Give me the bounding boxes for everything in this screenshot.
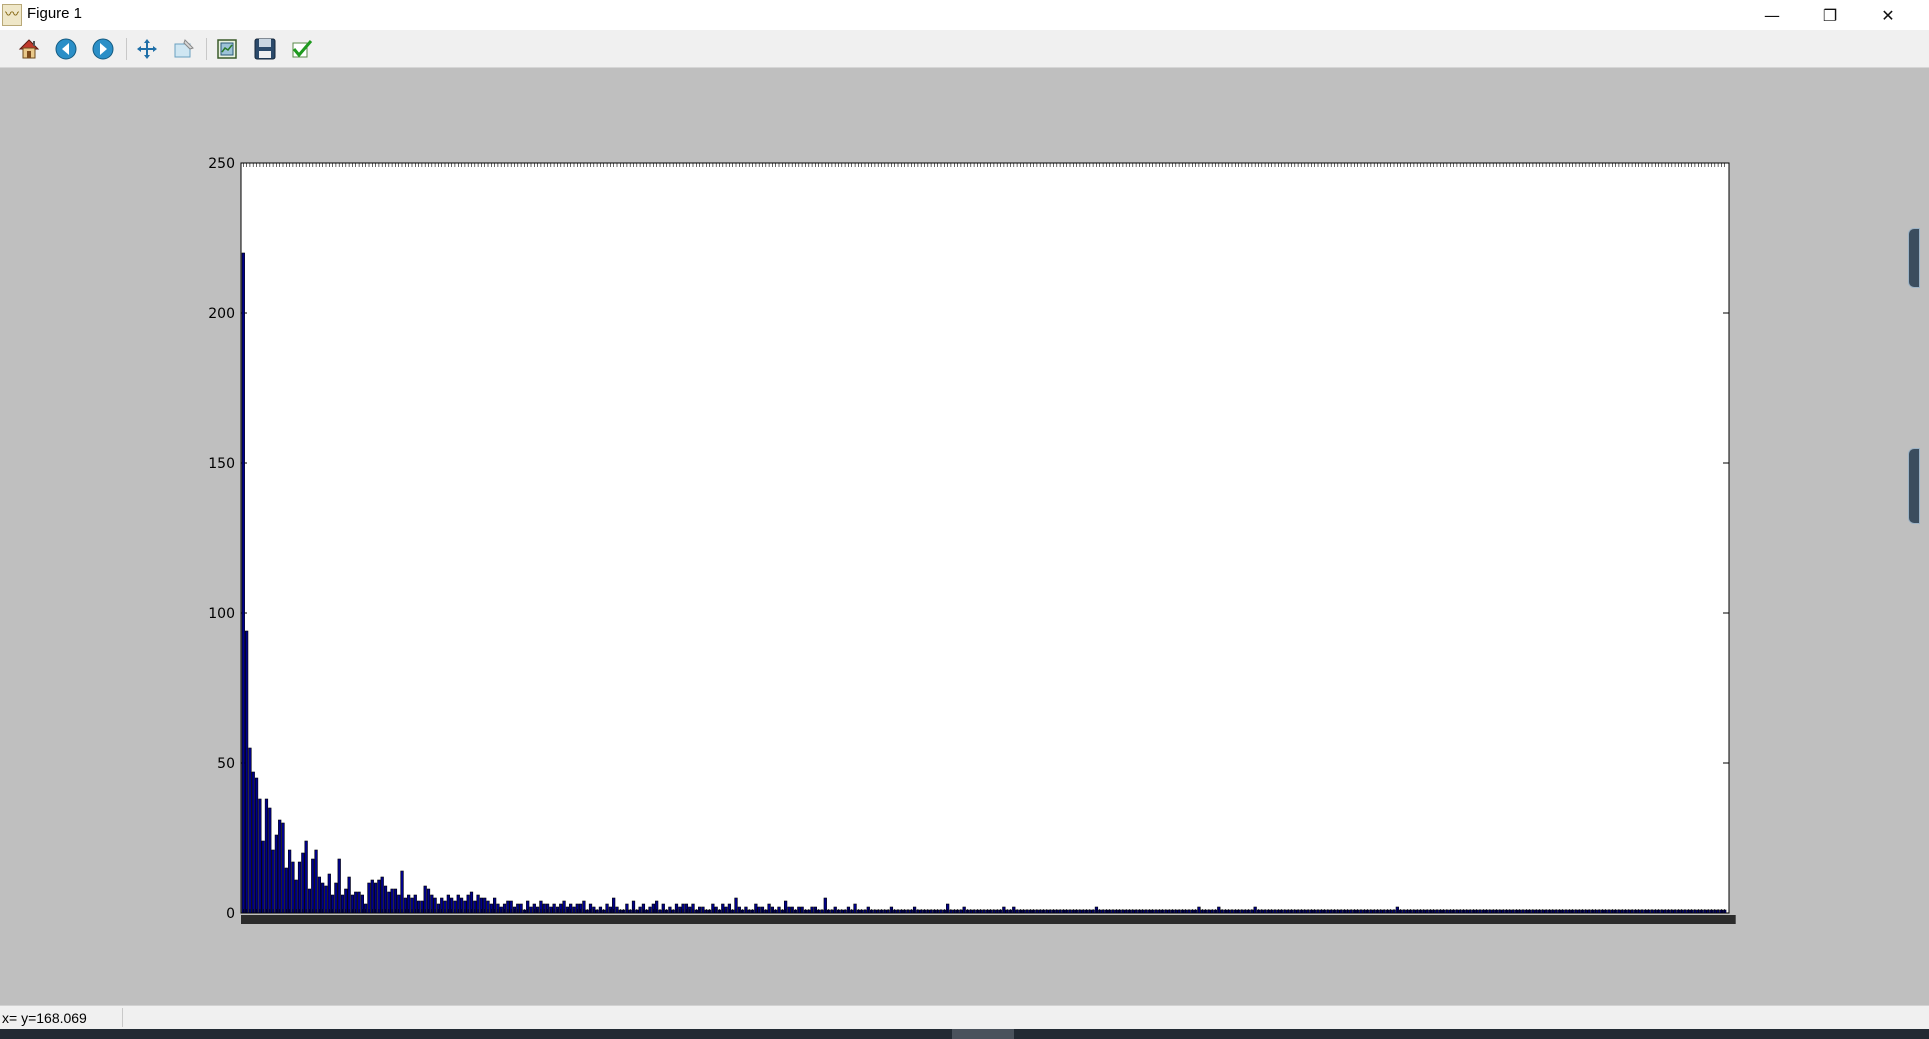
bar bbox=[380, 876, 384, 914]
side-panel-handle[interactable] bbox=[1908, 448, 1920, 524]
bar bbox=[301, 852, 305, 914]
close-icon: ✕ bbox=[1881, 5, 1895, 25]
bar bbox=[245, 630, 249, 914]
bar-chart[interactable]: 0 50 100 150 200 250 bbox=[0, 68, 1929, 1005]
bar bbox=[311, 858, 315, 914]
x-tick-label-band bbox=[241, 915, 1736, 924]
bar bbox=[317, 876, 321, 914]
title-bar: 〰 Figure 1 — ❐ ✕ bbox=[0, 0, 1929, 30]
y-tick-label: 50 bbox=[217, 756, 235, 772]
forward-button[interactable] bbox=[89, 35, 117, 63]
window-title: Figure 1 bbox=[27, 5, 83, 22]
bar bbox=[264, 798, 269, 914]
bar bbox=[241, 252, 245, 914]
navigation-toolbar bbox=[0, 30, 1929, 68]
bar bbox=[347, 876, 351, 914]
taskbar bbox=[0, 1029, 1929, 1039]
y-tick-label: 0 bbox=[226, 906, 235, 922]
y-tick-label: 100 bbox=[208, 606, 235, 622]
bar bbox=[373, 882, 378, 914]
matplotlib-icon: 〰 bbox=[2, 4, 22, 26]
save-button[interactable] bbox=[251, 35, 279, 63]
edit-axes-button[interactable] bbox=[288, 35, 316, 63]
toolbar-separator bbox=[126, 38, 127, 60]
bar bbox=[268, 807, 272, 914]
bar bbox=[321, 882, 325, 914]
bar bbox=[314, 849, 318, 914]
bar bbox=[334, 882, 338, 914]
y-tick-label: 150 bbox=[208, 456, 235, 472]
minimize-button[interactable]: — bbox=[1743, 0, 1801, 30]
taskbar-active-app[interactable] bbox=[952, 1029, 1014, 1039]
zoom-rect-icon bbox=[174, 39, 194, 58]
bar bbox=[377, 879, 381, 914]
bar bbox=[423, 885, 427, 914]
bar bbox=[278, 819, 282, 914]
bar bbox=[281, 822, 285, 914]
y-tick-label: 250 bbox=[208, 156, 235, 172]
bar bbox=[400, 870, 404, 914]
status-bar: x= y=168.069 bbox=[0, 1005, 1929, 1029]
forward-arrow-icon bbox=[92, 38, 114, 60]
home-button[interactable] bbox=[15, 35, 43, 63]
move-arrows-icon bbox=[137, 39, 157, 59]
close-button[interactable]: ✕ bbox=[1859, 0, 1917, 30]
status-divider bbox=[122, 1008, 123, 1027]
y-tick-label: 200 bbox=[208, 306, 235, 322]
toolbar-separator bbox=[206, 38, 207, 60]
bar bbox=[367, 882, 371, 914]
cursor-coordinates: x= y=168.069 bbox=[2, 1010, 87, 1026]
zoom-button[interactable] bbox=[170, 35, 198, 63]
bar bbox=[327, 873, 331, 914]
bar bbox=[258, 798, 262, 914]
restore-icon: ❐ bbox=[1822, 5, 1838, 25]
pan-button[interactable] bbox=[133, 35, 161, 63]
bar bbox=[251, 771, 255, 914]
bar bbox=[337, 858, 341, 914]
bar bbox=[248, 747, 252, 914]
bar bbox=[271, 849, 275, 914]
back-button[interactable] bbox=[52, 35, 80, 63]
bar bbox=[254, 777, 259, 914]
bar bbox=[274, 834, 279, 914]
home-icon bbox=[18, 39, 40, 59]
restore-button[interactable]: ❐ bbox=[1801, 0, 1859, 30]
bar bbox=[284, 867, 288, 914]
bar bbox=[304, 840, 308, 914]
bar bbox=[297, 861, 302, 914]
bar bbox=[383, 885, 388, 914]
side-scroll-handle[interactable] bbox=[1908, 228, 1920, 288]
back-arrow-icon bbox=[55, 38, 77, 60]
minimize-icon: — bbox=[1764, 5, 1780, 25]
figure-canvas[interactable]: 0 50 100 150 200 250 bbox=[0, 68, 1929, 1005]
bar bbox=[294, 879, 298, 914]
bar bbox=[324, 885, 328, 914]
bar bbox=[287, 849, 292, 914]
bar bbox=[291, 861, 295, 914]
floppy-save-icon bbox=[254, 38, 276, 60]
bar bbox=[261, 840, 265, 914]
bar bbox=[370, 879, 374, 914]
subplots-button[interactable] bbox=[213, 35, 241, 63]
axes-frame bbox=[240, 162, 1730, 914]
checkmark-edit-icon bbox=[292, 40, 313, 58]
subplots-config-icon bbox=[217, 39, 237, 59]
